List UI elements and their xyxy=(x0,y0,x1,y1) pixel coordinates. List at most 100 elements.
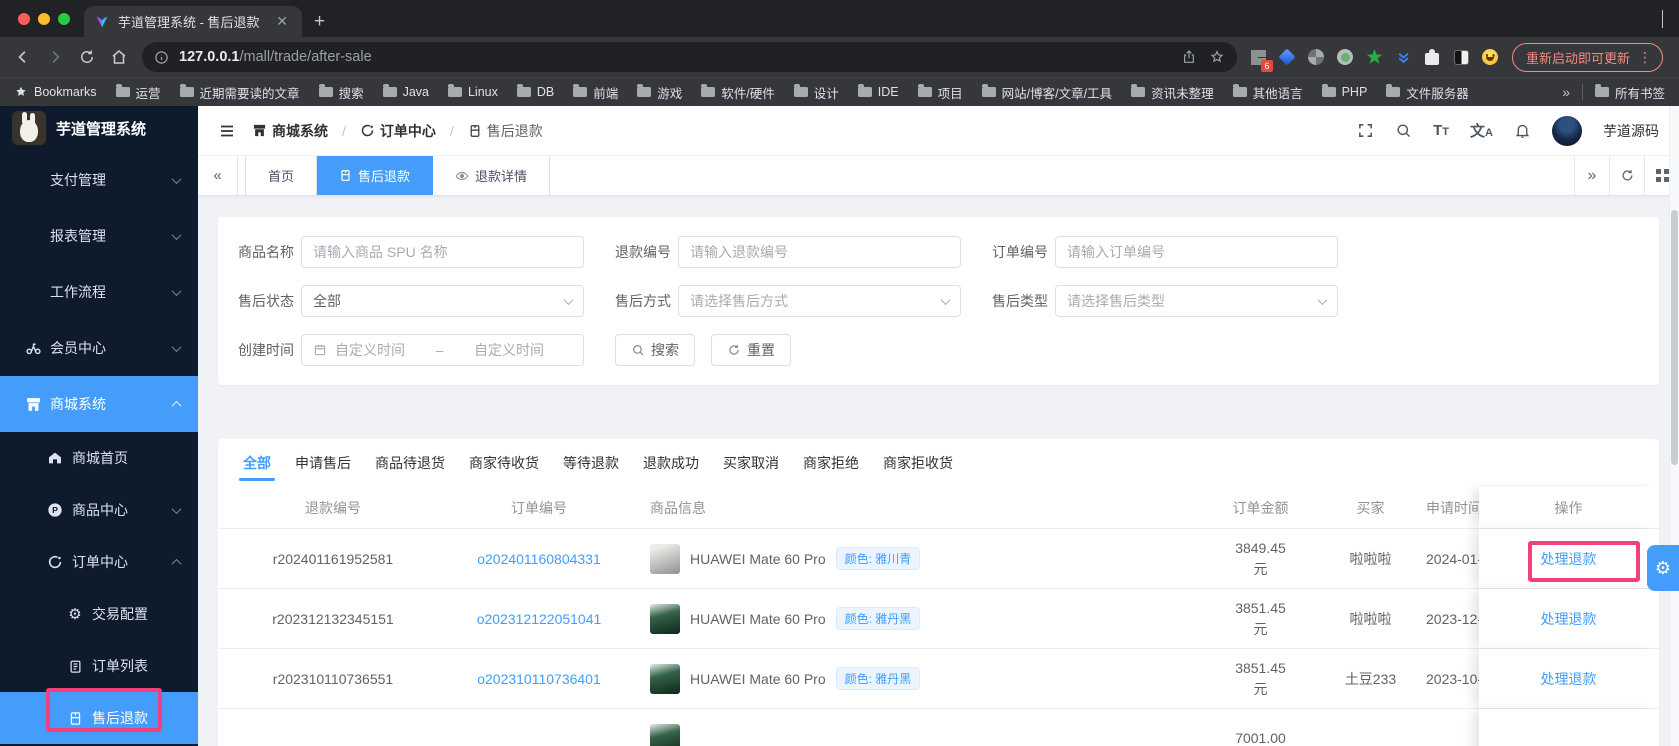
reset-button[interactable]: 重置 xyxy=(711,334,791,366)
extensions-puzzle-icon[interactable] xyxy=(1419,44,1446,71)
extension-kite-icon[interactable] xyxy=(1274,44,1301,71)
status-tab-all[interactable]: 全部 xyxy=(239,439,275,487)
table-settings-gear-icon[interactable]: ⚙ xyxy=(1647,545,1679,591)
status-tab-wait-return[interactable]: 商品待退货 xyxy=(375,439,445,487)
bookmark-folder[interactable]: Linux xyxy=(447,84,498,99)
handle-refund-link[interactable]: 处理退款 xyxy=(1541,549,1597,569)
sidebar-item-member[interactable]: 会员中心 xyxy=(0,320,198,376)
bookmarks-overflow-icon[interactable]: » xyxy=(1562,84,1570,100)
after-sale-status-select[interactable]: 全部 xyxy=(301,285,584,317)
tags-scroll-left-icon[interactable]: « xyxy=(198,156,238,195)
tag-refund-detail[interactable]: 退款详情 xyxy=(433,156,551,195)
bookmark-folder[interactable]: PHP xyxy=(1321,84,1367,99)
product-name-input[interactable] xyxy=(301,236,584,268)
after-sale-type-select[interactable]: 请选择售后类型 xyxy=(1055,285,1338,317)
status-tab-apply[interactable]: 申请售后 xyxy=(295,439,351,487)
scrollbar-thumb[interactable] xyxy=(1671,210,1678,465)
profile-emoji-icon[interactable] xyxy=(1477,44,1504,71)
sidebar-item-report[interactable]: 报表管理 xyxy=(0,208,198,264)
sidebar-item-mall-home[interactable]: 商城首页 xyxy=(0,432,198,484)
tag-home[interactable]: 首页 xyxy=(245,156,318,195)
extension-chevrons-icon[interactable] xyxy=(1390,44,1417,71)
sidebar-item-after-sale-refund[interactable]: 售后退款 xyxy=(0,692,198,744)
extension-blocks-icon[interactable]: 6 xyxy=(1245,44,1273,72)
bookmark-folder[interactable]: 运营 xyxy=(115,83,161,102)
minimize-window-button[interactable] xyxy=(38,12,50,25)
status-tab-wait-receive[interactable]: 商家待收货 xyxy=(469,439,539,487)
translate-icon[interactable]: 文A xyxy=(1470,120,1493,141)
refund-no-input[interactable] xyxy=(678,236,961,268)
order-no-link[interactable]: o202312122051041 xyxy=(477,611,602,627)
close-window-button[interactable] xyxy=(18,12,30,25)
collapse-menu-icon[interactable] xyxy=(218,122,236,140)
app-logo[interactable]: 芋道管理系统 xyxy=(0,106,198,150)
search-button[interactable]: 搜索 xyxy=(615,334,695,366)
bookmark-folder[interactable]: 文件服务器 xyxy=(1386,83,1469,102)
bookmark-folder[interactable]: 其他语言 xyxy=(1232,83,1303,102)
site-info-icon[interactable] xyxy=(154,50,169,65)
share-icon[interactable] xyxy=(1175,43,1203,71)
browser-menu-kebab-icon[interactable]: ⋮ xyxy=(1638,49,1652,66)
browser-tab[interactable]: 芋道管理系统 - 售后退款 ✕ xyxy=(84,6,302,37)
search-icon[interactable] xyxy=(1395,122,1412,139)
sidebar-item-payment[interactable]: 支付管理 xyxy=(0,152,198,208)
bookmark-folder[interactable]: 资讯未整理 xyxy=(1131,83,1214,102)
tag-after-sale-refund[interactable]: 售后退款 xyxy=(317,156,434,195)
bookmark-folder[interactable]: 近期需要读的文章 xyxy=(179,83,300,102)
font-size-icon[interactable]: TT xyxy=(1433,122,1449,139)
bookmark-folder[interactable]: 游戏 xyxy=(637,83,682,102)
new-tab-button[interactable]: + xyxy=(302,6,337,37)
bell-icon[interactable] xyxy=(1514,122,1531,139)
breadcrumb-mall[interactable]: 商城系统 xyxy=(252,121,328,141)
order-no-link[interactable]: o202310110736401 xyxy=(477,671,601,687)
home-icon[interactable] xyxy=(104,42,134,72)
reload-icon[interactable] xyxy=(72,42,102,72)
status-tab-refund-success[interactable]: 退款成功 xyxy=(643,439,699,487)
sidebar-item-workflow[interactable]: 工作流程 xyxy=(0,264,198,320)
tab-close-icon[interactable]: ✕ xyxy=(272,13,292,30)
handle-refund-link[interactable]: 处理退款 xyxy=(1541,609,1597,629)
order-no-input[interactable] xyxy=(1055,236,1338,268)
bookmark-folder[interactable]: 搜索 xyxy=(318,83,364,102)
fullscreen-icon[interactable] xyxy=(1357,122,1374,139)
bookmark-folder[interactable]: 软件/硬件 xyxy=(701,83,775,102)
refresh-page-icon[interactable] xyxy=(1609,156,1644,195)
username[interactable]: 芋道源码 xyxy=(1603,121,1659,141)
all-bookmarks-folder[interactable]: 所有书签 xyxy=(1594,83,1665,102)
status-tab-buyer-cancel[interactable]: 买家取消 xyxy=(723,439,779,487)
bookmark-folder[interactable]: 前端 xyxy=(573,83,618,102)
bookmarks-root[interactable]: Bookmarks xyxy=(14,85,97,99)
address-bar[interactable]: 127.0.0.1 /mall/trade/after-sale xyxy=(142,42,1237,72)
sidebar-item-product-center[interactable]: P 商品中心 xyxy=(0,484,198,536)
forward-icon[interactable] xyxy=(40,42,70,72)
status-tab-wait-refund[interactable]: 等待退款 xyxy=(563,439,619,487)
status-tab-seller-reject-goods[interactable]: 商家拒收货 xyxy=(883,439,953,487)
bookmark-folder[interactable]: 设计 xyxy=(793,83,839,102)
order-no-link[interactable]: o202401160804331 xyxy=(477,551,601,567)
extension-star-icon[interactable] xyxy=(1361,44,1388,71)
sidebar-item-order-center[interactable]: 订单中心 xyxy=(0,536,198,588)
extension-ring-icon[interactable] xyxy=(1332,44,1359,71)
bookmark-folder[interactable]: IDE xyxy=(857,84,899,99)
sidebar-item-trade-config[interactable]: ⚙ 交易配置 xyxy=(0,588,198,640)
create-time-range-picker[interactable]: 自定义时间 – 自定义时间 xyxy=(301,334,584,366)
tab-search-icon[interactable] xyxy=(1662,9,1663,28)
extension-disc-icon[interactable] xyxy=(1303,44,1330,71)
sidebar-item-order-list[interactable]: 订单列表 xyxy=(0,640,198,692)
extension-darkmode-icon[interactable] xyxy=(1448,44,1475,71)
browser-update-button[interactable]: 重新启动即可更新 ⋮ xyxy=(1511,42,1663,72)
scrollbar[interactable] xyxy=(1669,106,1679,746)
sidebar-item-mall[interactable]: 商城系统 xyxy=(0,376,198,432)
bookmark-folder[interactable]: 项目 xyxy=(917,83,963,102)
status-tab-seller-refuse[interactable]: 商家拒绝 xyxy=(803,439,859,487)
bookmark-folder[interactable]: 网站/博客/文章/工具 xyxy=(981,83,1112,102)
bookmark-folder[interactable]: Java xyxy=(382,84,429,99)
user-avatar[interactable] xyxy=(1552,115,1582,146)
zoom-window-button[interactable] xyxy=(58,12,70,25)
after-sale-way-select[interactable]: 请选择售后方式 xyxy=(678,285,961,317)
breadcrumb-order-center[interactable]: 订单中心 xyxy=(360,121,436,141)
back-icon[interactable] xyxy=(8,42,38,72)
handle-refund-link[interactable]: 处理退款 xyxy=(1541,669,1597,689)
bookmark-folder[interactable]: DB xyxy=(516,84,554,99)
bookmark-star-icon[interactable] xyxy=(1203,43,1231,71)
